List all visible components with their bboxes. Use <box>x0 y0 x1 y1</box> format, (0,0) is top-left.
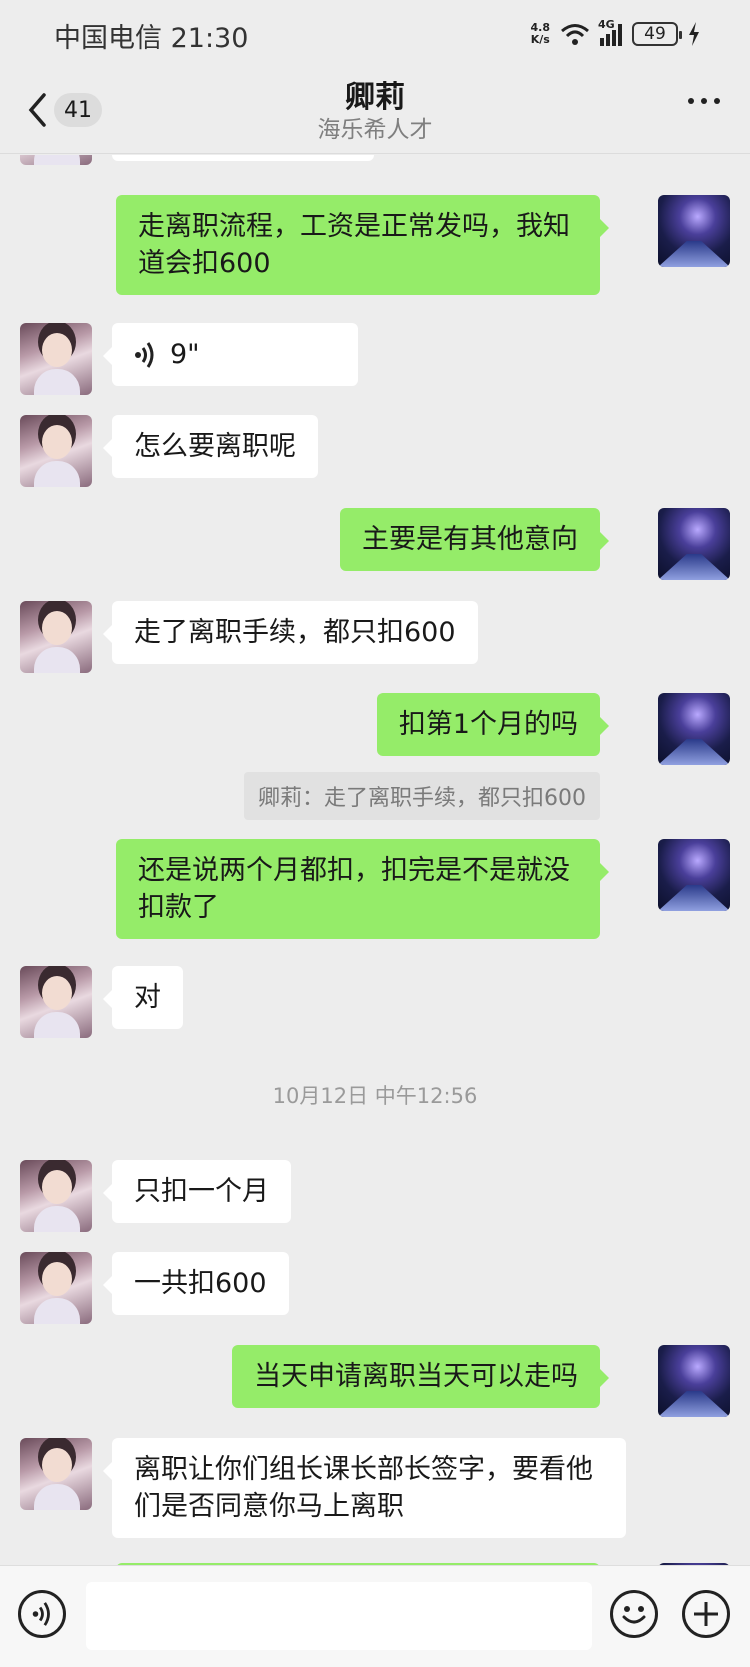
contact-avatar[interactable] <box>20 1438 92 1510</box>
message-bubble-received[interactable]: 一共扣600 <box>103 1252 289 1315</box>
message-bubble-partial <box>112 155 374 161</box>
timestamp: 10月12日 中午12:56 <box>272 1084 478 1108</box>
input-bar <box>0 1565 750 1667</box>
plus-icon <box>694 1602 718 1626</box>
message-bubble-received[interactable]: 对 <box>103 966 183 1029</box>
chat-header: 41 卿莉 海乐希人才 <box>0 66 750 154</box>
quoted-reply[interactable]: 卿莉：走了离职手续，都只扣600 <box>244 772 600 820</box>
message-bubble-sent[interactable]: 走离职流程，工资是正常发吗，我知道会扣600 <box>116 195 609 295</box>
voice-wave-icon <box>135 341 154 368</box>
my-avatar[interactable] <box>658 693 730 765</box>
message-bubble-sent[interactable]: 主要是有其他意向 <box>340 508 609 571</box>
my-avatar[interactable] <box>658 195 730 267</box>
signal-4g-icon: 4G <box>598 18 622 46</box>
message-bubble-sent[interactable]: 还是说两个月都扣，扣完是不是就没扣款了 <box>116 839 609 939</box>
net-speed: 4.8 K/s <box>530 21 551 46</box>
contact-avatar[interactable] <box>20 1252 92 1324</box>
contact-avatar[interactable] <box>20 1160 92 1232</box>
wifi-icon <box>561 24 589 45</box>
chat-messages[interactable]: 走离职流程，工资是正常发吗，我知道会扣600 9" 怎么要离职呢 主要是有其他意… <box>0 155 750 1565</box>
emoji-icon <box>622 1606 646 1624</box>
message-bubble-received[interactable]: 离职让你们组长课长部长签字，要看他们是否同意你马上离职 <box>103 1438 626 1538</box>
carrier-time: 中国电信 21:30 <box>54 23 249 54</box>
contact-avatar[interactable] <box>20 601 92 673</box>
voice-toggle-button[interactable] <box>18 1590 66 1638</box>
message-bubble-sent[interactable]: 当天申请离职当天可以走吗 <box>232 1345 609 1408</box>
status-bar: 中国电信 21:30 4.8 K/s 4G 49 <box>0 0 750 66</box>
contact-avatar[interactable] <box>20 323 92 395</box>
contact-avatar[interactable] <box>20 966 92 1038</box>
more-button[interactable] <box>688 98 720 104</box>
message-bubble-sent[interactable]: 扣第1个月的吗 <box>376 693 610 756</box>
message-bubble-received[interactable]: 怎么要离职呢 <box>103 415 318 478</box>
voice-toggle-icon <box>32 1602 50 1626</box>
plus-button[interactable] <box>682 1590 730 1638</box>
voice-message[interactable]: 9" <box>103 323 358 386</box>
my-avatar[interactable] <box>658 839 730 911</box>
contact-avatar[interactable] <box>20 415 92 487</box>
message-bubble-received[interactable]: 走了离职手续，都只扣600 <box>103 601 478 664</box>
more-icon <box>688 98 694 104</box>
emoji-button[interactable] <box>610 1590 658 1638</box>
message-input[interactable] <box>86 1582 592 1650</box>
chat-subtitle: 海乐希人才 <box>317 117 433 143</box>
my-avatar[interactable] <box>658 508 730 580</box>
battery-icon: 49 <box>632 22 682 46</box>
contact-avatar[interactable] <box>20 155 92 165</box>
status-icons: 4.8 K/s 4G 49 <box>531 18 701 50</box>
message-bubble-received[interactable]: 只扣一个月 <box>103 1160 291 1223</box>
voice-duration: 9" <box>170 339 200 370</box>
my-avatar[interactable] <box>658 1345 730 1417</box>
charging-icon <box>689 22 699 46</box>
